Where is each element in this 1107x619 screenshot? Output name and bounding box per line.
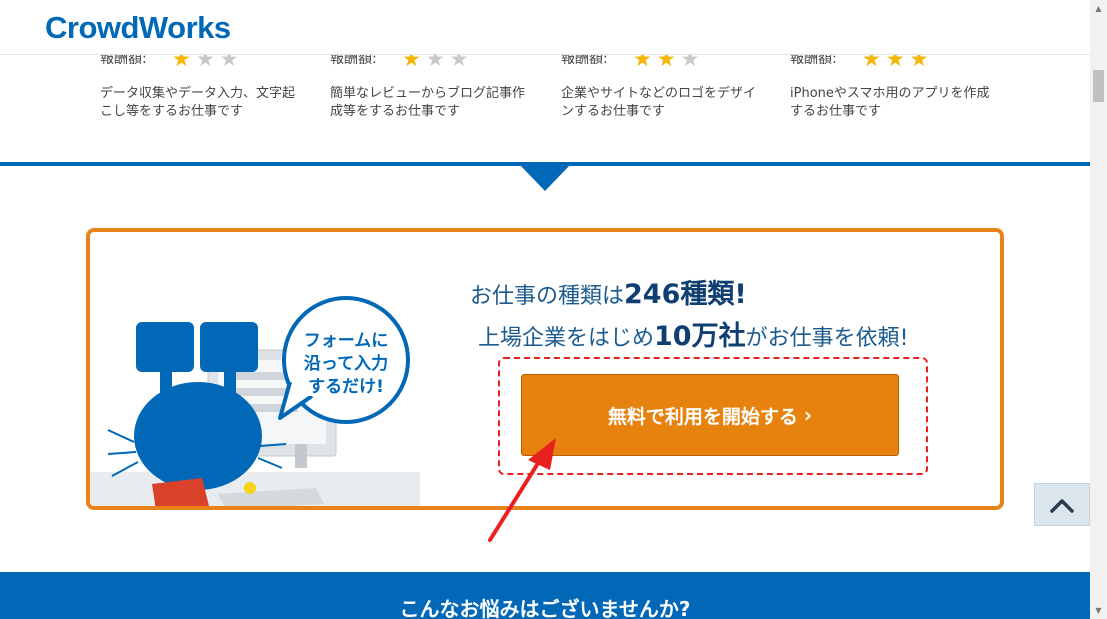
worries-section: こんなお悩みはございませんか? xyxy=(0,572,1090,619)
chevron-right-icon: › xyxy=(803,403,813,427)
chevron-up-icon xyxy=(1050,498,1074,513)
job-types-count: 246種類! xyxy=(624,279,747,310)
companies-text: 上場企業をはじめ xyxy=(478,326,655,351)
companies-text-after: がお仕事を依頼! xyxy=(745,326,909,351)
start-free-button[interactable]: 無料で利用を開始する › xyxy=(521,374,899,456)
scroll-up-icon[interactable]: ▲ xyxy=(1090,0,1107,17)
worries-heading: こんなお悩みはございませんか? xyxy=(399,597,691,619)
level-description: 企業やサイトなどのロゴをデザインするお仕事です xyxy=(561,86,757,119)
companies-headline: 上場企業をはじめ10万社がお仕事を依頼! xyxy=(478,314,908,353)
bubble-line-2: 沿って入力 xyxy=(304,353,388,374)
start-free-button-label: 無料で利用を開始する xyxy=(607,405,798,428)
bubble-line-1: フォームに xyxy=(304,331,389,351)
job-types-headline: お仕事の種類は246種類! xyxy=(470,272,747,311)
job-types-text: お仕事の種類は xyxy=(470,284,625,309)
down-pointer-icon xyxy=(520,165,570,191)
scroll-down-icon[interactable]: ▼ xyxy=(1090,602,1107,619)
mascot-illustration: フォームに 沿って入力 するだけ! xyxy=(90,296,420,506)
site-header: CrowdWorks xyxy=(0,0,1090,55)
level-description: 簡単なレビューからブログ記事作成等をするお仕事です xyxy=(330,86,526,119)
job-levels: 報酬額: ★★★ データ収集やデータ入力、文字起こし等をするお仕事です 報酬額:… xyxy=(0,45,1090,163)
level-description: iPhoneやスマホ用のアプリを作成するお仕事です xyxy=(790,86,990,119)
page-scrollbar[interactable]: ▲ ▼ xyxy=(1090,0,1107,619)
scroll-to-top-button[interactable] xyxy=(1034,483,1090,526)
companies-count: 10万社 xyxy=(654,321,746,352)
bubble-line-3: するだけ! xyxy=(308,377,384,397)
level-description: データ収集やデータ入力、文字起こし等をするお仕事です xyxy=(100,86,296,119)
annotation-arrow-icon xyxy=(488,438,556,542)
scrollbar-thumb[interactable] xyxy=(1093,70,1104,102)
crowdworks-logo[interactable]: CrowdWorks xyxy=(45,10,231,46)
